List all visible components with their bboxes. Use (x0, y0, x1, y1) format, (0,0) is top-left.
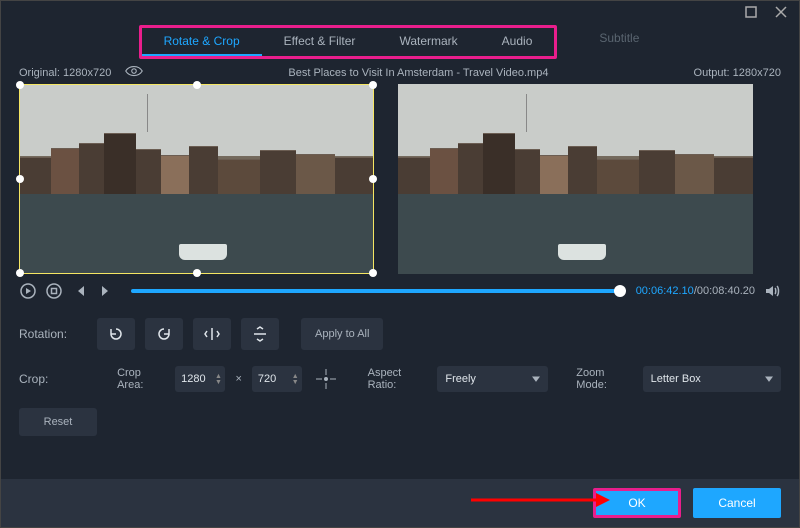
crop-handle-e[interactable] (369, 175, 377, 183)
chevron-down-icon (532, 375, 540, 383)
tab-bar: Rotate & Crop Effect & Filter Watermark … (1, 25, 799, 59)
output-preview (398, 84, 753, 274)
output-resolution-label: Output: 1280x720 (694, 67, 781, 79)
height-up-icon[interactable]: ▲ (290, 374, 300, 379)
total-time: /00:08:40.20 (694, 285, 755, 297)
chevron-down-icon (765, 375, 773, 383)
height-down-icon[interactable]: ▼ (290, 380, 300, 385)
rotate-right-button[interactable] (145, 318, 183, 350)
crop-frame[interactable] (19, 84, 374, 274)
video-title: Best Places to Visit In Amsterdam - Trav… (143, 67, 693, 79)
original-resolution-label: Original: 1280x720 (19, 67, 111, 79)
next-frame-button[interactable] (97, 282, 115, 300)
width-up-icon[interactable]: ▲ (213, 374, 223, 379)
reset-button[interactable]: Reset (19, 408, 97, 436)
aspect-ratio-dropdown[interactable]: Freely (437, 366, 548, 392)
play-button[interactable] (19, 282, 37, 300)
crop-handle-n[interactable] (193, 81, 201, 89)
tab-rotate-crop[interactable]: Rotate & Crop (142, 28, 262, 56)
preview-visibility-icon[interactable] (125, 65, 143, 80)
volume-button[interactable] (763, 282, 781, 300)
rotation-label: Rotation: (19, 327, 87, 341)
crop-area-label: Crop Area: (117, 367, 165, 391)
zoom-mode-label: Zoom Mode: (576, 367, 632, 391)
tab-audio[interactable]: Audio (480, 28, 555, 56)
stop-button[interactable] (45, 282, 63, 300)
video-frame-output (398, 84, 753, 274)
tabs-highlight-annotation: Rotate & Crop Effect & Filter Watermark … (139, 25, 558, 59)
dimension-separator: × (235, 373, 241, 385)
crop-label: Crop: (19, 372, 81, 386)
crop-handle-sw[interactable] (16, 269, 24, 277)
prev-frame-button[interactable] (71, 282, 89, 300)
cancel-button[interactable]: Cancel (693, 488, 781, 518)
crop-handle-ne[interactable] (369, 81, 377, 89)
tab-effect-filter[interactable]: Effect & Filter (262, 28, 378, 56)
crop-handle-w[interactable] (16, 175, 24, 183)
rotate-left-button[interactable] (97, 318, 135, 350)
flip-horizontal-button[interactable] (193, 318, 231, 350)
maximize-button[interactable] (737, 2, 765, 22)
crop-handle-nw[interactable] (16, 81, 24, 89)
close-button[interactable] (767, 2, 795, 22)
ok-button[interactable]: OK (593, 488, 681, 518)
original-preview[interactable] (19, 84, 374, 274)
crop-height-input[interactable]: 720 ▲▼ (252, 366, 302, 392)
aspect-ratio-label: Aspect Ratio: (368, 367, 428, 391)
crop-width-input[interactable]: 1280 ▲▼ (175, 366, 225, 392)
tab-subtitle[interactable]: Subtitle (577, 25, 661, 59)
flip-vertical-button[interactable] (241, 318, 279, 350)
width-down-icon[interactable]: ▼ (213, 380, 223, 385)
crop-handle-s[interactable] (193, 269, 201, 277)
time-display: 00:06:42.10/00:08:40.20 (636, 285, 755, 297)
crop-handle-se[interactable] (369, 269, 377, 277)
tab-watermark[interactable]: Watermark (377, 28, 479, 56)
timeline-thumb[interactable] (614, 285, 626, 297)
current-time: 00:06:42.10 (636, 285, 694, 297)
zoom-mode-dropdown[interactable]: Letter Box (643, 366, 781, 392)
apply-to-all-button[interactable]: Apply to All (301, 318, 383, 350)
center-crop-button[interactable] (312, 364, 339, 394)
playback-timeline[interactable] (131, 289, 620, 293)
